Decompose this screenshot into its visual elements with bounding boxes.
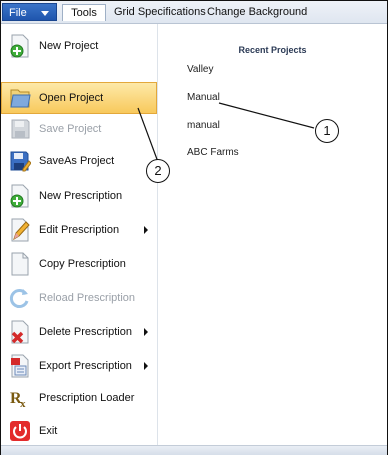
callout-leader-lines	[137, 102, 315, 163]
callout-2: 2	[146, 159, 170, 183]
callout-1: 1	[315, 119, 339, 143]
callout-2-leader	[137, 107, 159, 163]
callout-1-leader	[218, 102, 315, 129]
